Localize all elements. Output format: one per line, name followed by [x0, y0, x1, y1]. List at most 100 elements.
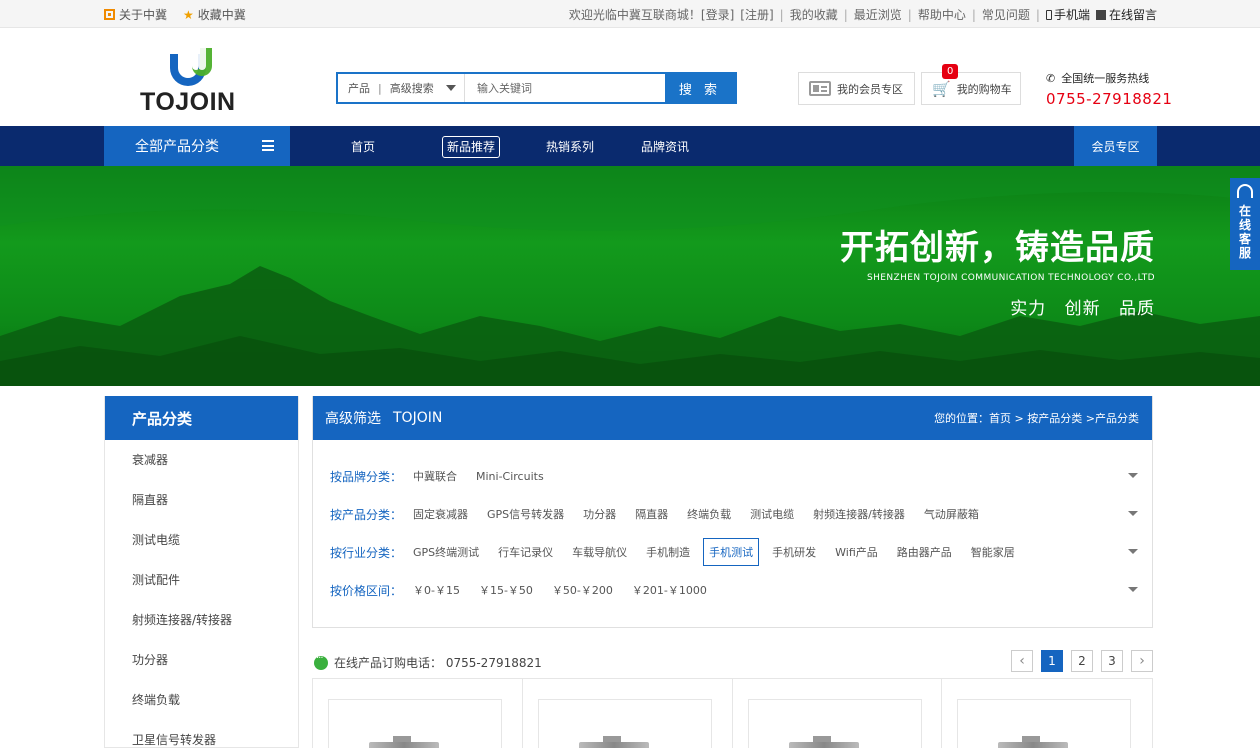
filter-row-label: 按价格区间： — [330, 583, 403, 598]
favorite-link[interactable]: ★ 收藏中冀 — [183, 6, 246, 23]
all-categories-button[interactable]: 全部产品分类 — [104, 126, 290, 166]
banner-subtitle: SHENZHEN TOJOIN COMMUNICATION TECHNOLOGY… — [867, 273, 1155, 283]
nav-link-hot-series[interactable]: 热销系列 — [533, 138, 641, 155]
filter-option[interactable]: 智能家居 — [971, 544, 1015, 560]
page-button[interactable]: 1 — [1041, 650, 1063, 672]
filter-option[interactable]: Mini-Circuits — [476, 470, 544, 483]
sidebar-item[interactable]: 终端负载 — [105, 680, 298, 720]
filter-option[interactable]: 路由器产品 — [897, 544, 952, 560]
next-page-button[interactable]: › — [1131, 650, 1153, 672]
search-input[interactable] — [465, 74, 665, 102]
nav-link-home[interactable]: 首页 — [338, 138, 429, 155]
about-link[interactable]: 关于中冀 — [104, 6, 167, 23]
logo-mark-icon — [170, 48, 212, 86]
caret-down-icon[interactable] — [1128, 587, 1138, 592]
favorite-label: 收藏中冀 — [197, 8, 246, 22]
sidebar-item[interactable]: 测试配件 — [105, 560, 298, 600]
filter-option[interactable]: 功分器 — [583, 506, 616, 522]
filter-row-price: 按价格区间： ￥0-￥15 ￥15-￥50 ￥50-￥200 ￥201-￥100… — [330, 577, 1138, 603]
register-link[interactable]: [注册] — [740, 6, 773, 23]
menu-icon — [262, 140, 274, 151]
page-button[interactable]: 3 — [1101, 650, 1123, 672]
filter-option[interactable]: ￥0-￥15 — [413, 582, 460, 598]
filter-option[interactable]: 车载导航仪 — [572, 544, 627, 560]
help-link[interactable]: 帮助中心 — [918, 6, 966, 23]
filter-row-brand: 按品牌分类： 中冀联合 Mini-Circuits — [330, 463, 1138, 489]
recent-link[interactable]: 最近浏览 — [854, 6, 902, 23]
nav-member-zone[interactable]: 会员专区 — [1074, 126, 1157, 166]
caret-down-icon[interactable] — [1128, 549, 1138, 554]
filter-option[interactable]: 手机制造 — [646, 544, 690, 560]
my-favorites-link[interactable]: 我的收藏 — [790, 6, 838, 23]
mobile-link[interactable]: 手机端 — [1045, 6, 1090, 23]
sidebar-item[interactable]: 测试电缆 — [105, 520, 298, 560]
filter-option[interactable]: 射频连接器/转接器 — [813, 506, 905, 522]
message-link[interactable]: 在线留言 — [1095, 6, 1157, 23]
edit-icon — [1095, 9, 1106, 20]
product-card[interactable] — [733, 679, 943, 748]
member-zone-button[interactable]: 我的会员专区 — [798, 72, 915, 105]
filter-row-label: 按行业分类： — [330, 545, 403, 560]
filter-option[interactable]: ￥50-￥200 — [552, 582, 613, 598]
filter-row-label: 按产品分类： — [330, 507, 403, 522]
filter-option[interactable]: GPS终端测试 — [413, 544, 479, 560]
filter-option[interactable]: 中冀联合 — [413, 468, 457, 484]
faq-link[interactable]: 常见问题 — [982, 6, 1030, 23]
filter-option-selected[interactable]: 手机测试 — [703, 538, 760, 566]
cart-label: 我的购物车 — [956, 82, 1012, 96]
hero-banner[interactable]: 开拓创新，铸造品质 SHENZHEN TOJOIN COMMUNICATION … — [0, 166, 1260, 386]
search-button[interactable]: 搜 索 — [665, 74, 735, 102]
product-card[interactable] — [523, 679, 733, 748]
filter-option[interactable]: GPS信号转发器 — [487, 506, 564, 522]
banner-slogan: 实力 创新 品质 — [1010, 299, 1155, 319]
filter-option[interactable]: 终端负载 — [687, 506, 731, 522]
nav-link-brand-news[interactable]: 品牌资讯 — [641, 138, 749, 155]
filter-option[interactable]: 测试电缆 — [750, 506, 794, 522]
filter-option[interactable]: ￥15-￥50 — [479, 582, 533, 598]
sidebar-item[interactable]: 功分器 — [105, 640, 298, 680]
product-image[interactable] — [537, 699, 712, 748]
about-label: 关于中冀 — [119, 8, 168, 22]
filter-option[interactable]: 行车记录仪 — [498, 544, 553, 560]
filter-option[interactable]: 手机研发 — [772, 544, 816, 560]
page-button[interactable]: 2 — [1071, 650, 1093, 672]
prev-page-button[interactable]: ‹ — [1011, 650, 1033, 672]
search-category-select[interactable]: 产品 | 高级搜索 — [338, 74, 465, 102]
sidebar-item[interactable]: 射频连接器/转接器 — [105, 600, 298, 640]
sidebar-item[interactable]: 隔直器 — [105, 480, 298, 520]
all-categories-label: 全部产品分类 — [135, 139, 219, 155]
filter-option[interactable]: 气动屏蔽箱 — [924, 506, 979, 522]
login-link[interactable]: [登录] — [701, 6, 734, 23]
search-category-label: 产品 — [348, 82, 370, 95]
sidebar-item[interactable]: 衰减器 — [105, 440, 298, 480]
nav-link-new-products[interactable]: 新品推荐 — [429, 135, 533, 158]
product-image[interactable] — [747, 699, 922, 748]
breadcrumb[interactable]: 您的位置：首页 > 按产品分类 >产品分类 — [934, 410, 1139, 426]
product-card[interactable] — [942, 679, 1152, 748]
sidebar-list: 衰减器 隔直器 测试电缆 测试配件 射频连接器/转接器 功分器 终端负载 卫星信… — [105, 440, 298, 748]
logo[interactable]: TOJOIN — [140, 44, 264, 116]
filter-option[interactable]: 隔直器 — [635, 506, 668, 522]
banner-title: 开拓创新，铸造品质 — [840, 228, 1155, 268]
divider: | — [907, 7, 912, 22]
filter-option[interactable]: ￥201-￥1000 — [632, 582, 707, 598]
filter-row-industry: 按行业分类： GPS终端测试 行车记录仪 车载导航仪 手机制造 手机测试 手机研… — [330, 538, 1138, 566]
product-part-image — [578, 736, 649, 748]
cart-button[interactable]: 🛒 0 我的购物车 — [921, 64, 1021, 105]
product-image[interactable] — [328, 699, 502, 748]
caret-down-icon[interactable] — [1128, 473, 1138, 478]
hotline-label: 全国统一服务热线 — [1061, 72, 1150, 85]
product-part-image — [788, 736, 859, 748]
member-zone-label: 我的会员专区 — [837, 82, 903, 96]
filter-option[interactable]: 固定衰减器 — [413, 506, 468, 522]
filter-option[interactable]: Wifi产品 — [835, 544, 878, 560]
top-bar: 关于中冀 ★ 收藏中冀 欢迎光临中冀互联商城！ [登录] [注册] | 我的收藏… — [0, 0, 1260, 28]
hotline-label-row: ✆ 全国统一服务热线 — [1046, 70, 1172, 86]
product-card[interactable] — [313, 679, 523, 748]
online-service-tab[interactable]: 在线客服 — [1230, 178, 1260, 270]
caret-down-icon[interactable] — [1128, 511, 1138, 516]
sidebar-item[interactable]: 卫星信号转发器 — [105, 720, 298, 748]
product-image[interactable] — [957, 699, 1132, 748]
nav-link-label: 品牌资讯 — [641, 139, 690, 154]
main-nav: 全部产品分类 首页 新品推荐 热销系列 品牌资讯 会员专区 — [0, 126, 1260, 166]
